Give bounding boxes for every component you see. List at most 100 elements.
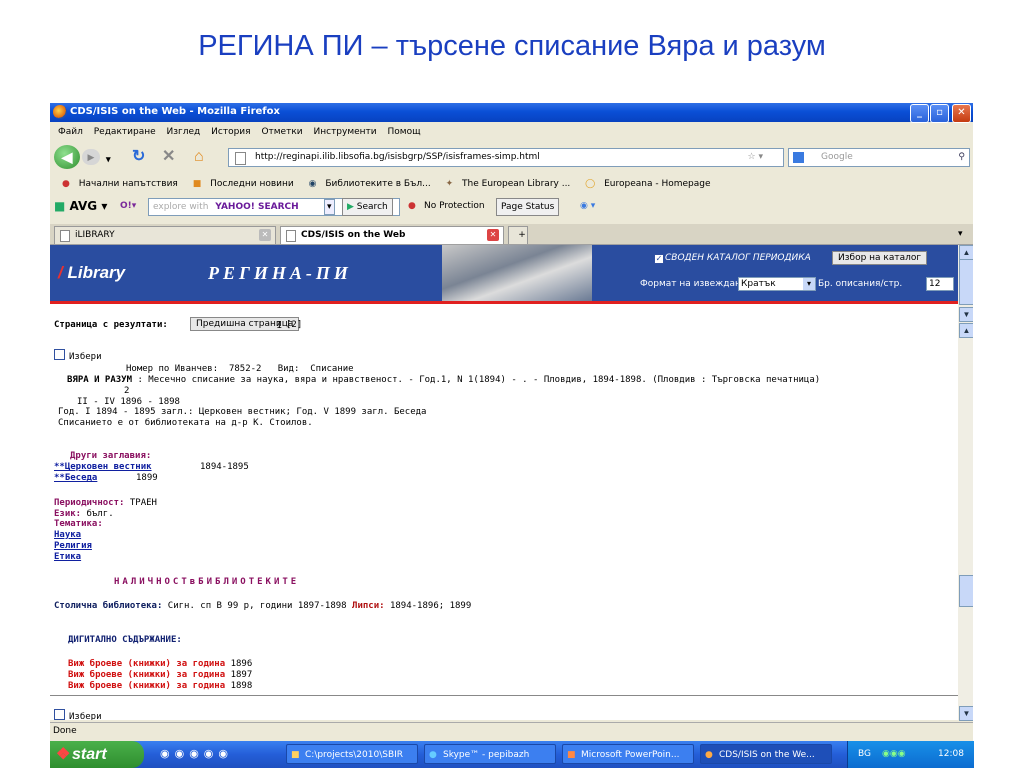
url-text: http://reginapi.ilib.libsofia.bg/isisbgr… [255, 152, 540, 162]
tel-icon: ✦ [445, 179, 454, 189]
yahoo-icon[interactable]: O!▾ [120, 195, 136, 217]
reload-icon[interactable]: ↻ [132, 148, 145, 166]
tab-close-icon[interactable]: ✕ [259, 229, 271, 241]
bookmark-libraries[interactable]: ◉ Библиотеките в Бъл... [303, 175, 431, 193]
back-button[interactable]: ◀ [54, 145, 80, 169]
taskbar-item-firefox[interactable]: ● CDS/ISIS on the We... [700, 744, 832, 764]
menu-file[interactable]: Файл [58, 123, 83, 141]
checkbox-checked-icon: ✓ [654, 254, 664, 264]
avg-icon: ■ [54, 199, 66, 213]
scroll-down-icon[interactable]: ▼ [959, 706, 973, 721]
history-dropdown-icon[interactable]: ▾ [106, 150, 111, 168]
minimize-button[interactable]: _ [910, 104, 929, 123]
firefox-bookmark-icon: ● [62, 179, 70, 189]
vertical-scrollbar[interactable]: ▲ ▼ ▲ ▼ [958, 245, 973, 721]
header-scroll-thumb[interactable] [959, 259, 973, 305]
no-protection-label[interactable]: No Protection [424, 195, 485, 217]
tab-ilibrary[interactable]: iLIBRARY ✕ [54, 226, 276, 244]
europeana-icon: ◯ [585, 179, 596, 189]
other-title-years-1: 1894-1895 [200, 462, 249, 472]
page-status-button[interactable]: Page Status [496, 198, 560, 216]
url-bar[interactable]: http://reginapi.ilib.libsofia.bg/isisbgr… [228, 148, 784, 167]
home-icon[interactable]: ⌂ [194, 148, 204, 166]
select-checkbox-2[interactable]: Избери [54, 709, 102, 720]
search-magnifier-icon[interactable]: ⚲ [958, 149, 965, 166]
previous-page-button[interactable]: Предишна страница [190, 317, 300, 331]
subject-link-religion[interactable]: Религия [54, 541, 92, 551]
new-tab-button[interactable]: + [508, 226, 528, 244]
start-button[interactable]: ❖ start [50, 741, 144, 768]
ivanchev-line: Номер по Иванчев: 7852-2 Вид: Списание [126, 364, 354, 374]
language-indicator[interactable]: BG [858, 741, 871, 768]
taskbar-item-explorer[interactable]: ■ C:\projects\2010\SBIR [286, 744, 418, 764]
folder-icon: ■ [291, 750, 300, 760]
tab-cds-isis[interactable]: CDS/ISIS on the Web ✕ [280, 226, 504, 244]
menu-tools[interactable]: Инструменти [314, 123, 377, 141]
regina-logo: РЕГИНА-ПИ [172, 245, 478, 301]
periodicity: Периодичност: ТРАЕН [54, 498, 157, 508]
taskbar-item-skype[interactable]: ● Skype™ - pepibazh [424, 744, 556, 764]
taskbar-item-powerpoint[interactable]: ■ Microsoft PowerPoin... [562, 744, 694, 764]
quick-launch-icons[interactable]: ◉◉◉◉◉ [160, 747, 233, 760]
record-title: ВЯРА И РАЗУМ : Месечно списание за наука… [67, 375, 821, 385]
library-logo[interactable]: / Library [50, 245, 178, 301]
bookmark-european-library[interactable]: ✦ The European Library ... [440, 175, 571, 193]
bookmark-getting-started[interactable]: ● Начални напътствия [56, 175, 178, 193]
yahoo-dropdown[interactable]: ▾ [324, 199, 335, 215]
scroll-down-icon[interactable]: ▼ [959, 307, 973, 322]
globe-icon: ◉ [308, 179, 317, 189]
holdings-line: Столична библиотека: Сигн. сп В 99 р, го… [54, 601, 472, 611]
digital-link-1897[interactable]: Виж броеве (книжки) за година 1897 [68, 670, 252, 680]
scroll-up-icon[interactable]: ▲ [959, 245, 973, 260]
avg-extra-icon[interactable]: ◉ ▾ [580, 195, 595, 217]
other-title-link-2[interactable]: **Беседа [54, 473, 97, 483]
format-select[interactable]: Кратък ▾ [738, 277, 816, 291]
bookmark-europeana[interactable]: ◯ Europeana - Homepage [579, 175, 710, 193]
tab-page-icon [60, 230, 70, 242]
maximize-button[interactable]: ▫ [930, 104, 949, 123]
other-title-link-1[interactable]: **Церковен вестник [54, 462, 152, 472]
protection-icon: ● [408, 201, 416, 211]
search-box[interactable]: Google ⚲ [788, 148, 970, 167]
current-page: 1 [276, 320, 283, 331]
holdings-title: НАЛИЧНОСТвБИБЛИОТЕКИТЕ [114, 577, 300, 587]
digital-link-1898[interactable]: Виж броеве (книжки) за година 1898 [68, 681, 252, 691]
bookmark-star-icon[interactable]: ☆ ▾ [748, 149, 763, 166]
catalog-checkbox[interactable]: ✓ СВОДЕН КАТАЛОГ ПЕРИОДИКА [654, 253, 811, 264]
subject-link-science[interactable]: Наука [54, 530, 81, 540]
chevron-down-icon: ▾ [803, 278, 815, 290]
taskbar: ❖ start ◉◉◉◉◉ ■ C:\projects\2010\SBIR ● Sky… [50, 741, 974, 768]
per-page-label: Бр. описания/стр. [818, 279, 903, 289]
format-label: Формат на извеждане [640, 279, 747, 289]
per-page-input[interactable]: 12 [926, 277, 954, 291]
tab-list-icon[interactable]: ▾ [958, 228, 963, 239]
scroll-up-icon[interactable]: ▲ [959, 323, 973, 338]
menu-bookmarks[interactable]: Отметки [261, 123, 302, 141]
menu-view[interactable]: Изглед [167, 123, 201, 141]
stop-icon[interactable]: ✕ [162, 148, 175, 166]
menu-edit[interactable]: Редактиране [94, 123, 156, 141]
title-bar[interactable]: CDS/ISIS on the Web - Mozilla Firefox _ … [50, 103, 973, 123]
next-page-link[interactable]: [2] [286, 320, 302, 330]
menu-history[interactable]: История [211, 123, 250, 141]
tab-close-icon[interactable]: ✕ [487, 229, 499, 241]
select-catalog-button[interactable]: Избор на каталог [832, 251, 928, 265]
avg-logo[interactable]: ■ AVG ▾ [54, 195, 107, 217]
subject-link-ethics[interactable]: Етика [54, 552, 81, 562]
scroll-thumb[interactable] [959, 575, 973, 607]
tray-icons[interactable]: ◉◉◉ [882, 741, 906, 768]
newspapers-image [442, 245, 592, 301]
forward-button[interactable]: ▶ [82, 149, 100, 165]
search-button[interactable]: ▶ Search [342, 198, 393, 216]
record-line3: II - IV 1896 - 1898 [77, 397, 180, 407]
close-button[interactable]: ✕ [952, 104, 971, 123]
record-divider [50, 695, 958, 696]
tab-page-icon [286, 230, 296, 242]
bookmark-latest-news[interactable]: ■ Последни новини [187, 175, 294, 193]
header-divider [50, 301, 958, 304]
google-icon [793, 152, 804, 163]
browser-window: CDS/ISIS on the Web - Mozilla Firefox _ … [50, 103, 973, 768]
digital-link-1896[interactable]: Виж броеве (книжки) за година 1896 [68, 659, 252, 669]
select-checkbox[interactable]: Избери [54, 349, 102, 362]
menu-help[interactable]: Помощ [388, 123, 421, 141]
